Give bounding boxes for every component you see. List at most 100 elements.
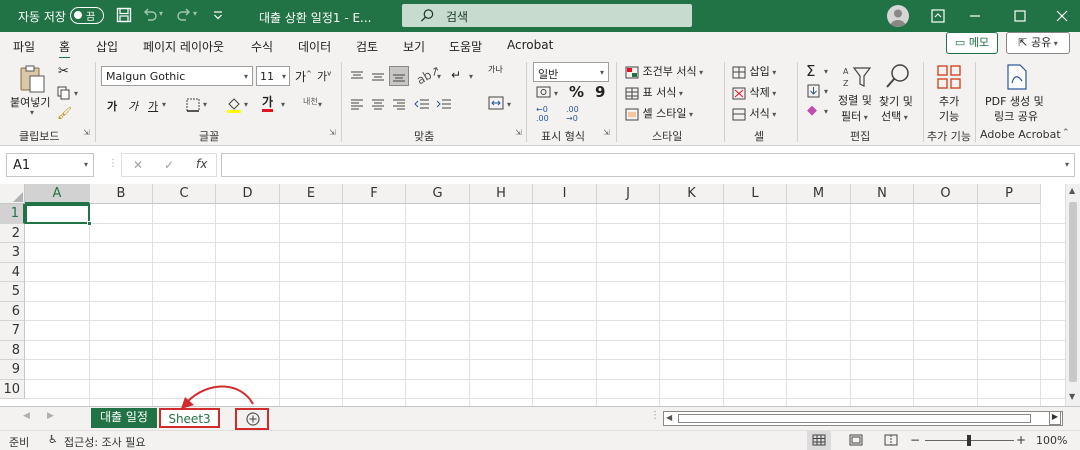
accounting-dropdown-icon[interactable]: ▾ xyxy=(554,89,558,98)
confirm-icon[interactable]: ✓ xyxy=(164,158,174,172)
collapse-ribbon-icon[interactable]: ⌃ xyxy=(1062,128,1070,138)
copy-icon[interactable] xyxy=(57,86,71,100)
comments-button[interactable]: ▭ 메모 xyxy=(946,32,998,54)
expand-formula-icon[interactable]: ▾ xyxy=(1065,160,1069,169)
merge-center-icon[interactable] xyxy=(488,96,504,110)
tab-split-grip-icon[interactable]: ⋮ xyxy=(650,410,660,421)
grow-font-button[interactable]: 가^ xyxy=(295,68,312,85)
orientation-dropdown-icon[interactable]: ▾ xyxy=(437,72,441,81)
format-painter-icon[interactable]: 🖌 xyxy=(57,106,72,120)
vertical-scrollbar[interactable]: ▲ ▼ xyxy=(1065,184,1080,406)
italic-button[interactable]: 가 xyxy=(128,98,138,114)
font-color-button[interactable]: 가 xyxy=(262,96,274,112)
insert-function-icon[interactable]: fx xyxy=(196,157,207,171)
align-right-icon[interactable] xyxy=(392,98,406,110)
text-direction-icon[interactable]: ↵ xyxy=(451,68,461,82)
addins-label-1[interactable]: 추가 xyxy=(939,93,959,109)
minimize-icon[interactable] xyxy=(967,8,983,24)
clear-dropdown-icon[interactable]: ▾ xyxy=(824,107,828,116)
accessibility-status[interactable]: 접근성: 조사 필요 xyxy=(64,434,146,450)
conditional-formatting-button[interactable]: 조건부 서식 ▾ xyxy=(625,63,703,79)
shrink-font-button[interactable]: 가v xyxy=(317,68,331,84)
cut-icon[interactable]: ✂ xyxy=(58,64,69,79)
column-header-g[interactable]: G xyxy=(406,184,470,204)
fill-dropdown-icon[interactable]: ▾ xyxy=(824,87,828,96)
scroll-left-icon[interactable]: ◀ xyxy=(666,413,672,422)
tab-page-layout[interactable]: 페이지 레이아웃 xyxy=(143,38,224,55)
font-size-box[interactable]: 11 ▾ xyxy=(256,66,290,86)
underline-button[interactable]: 가 xyxy=(148,98,158,114)
row-header-9[interactable]: 9 xyxy=(0,360,25,380)
column-header-h[interactable]: H xyxy=(470,184,533,204)
number-format-box[interactable]: 일반 ▾ xyxy=(533,62,609,82)
undo-icon[interactable] xyxy=(142,7,158,23)
name-box[interactable]: A1 ▾ xyxy=(6,153,94,177)
paste-dropdown-icon[interactable]: ▾ xyxy=(30,108,34,117)
redo-dropdown-icon[interactable]: ▾ xyxy=(193,9,209,25)
align-top-icon[interactable] xyxy=(350,70,364,82)
zoom-slider-thumb[interactable] xyxy=(967,435,971,446)
tab-view[interactable]: 보기 xyxy=(403,38,425,55)
pdf-icon[interactable] xyxy=(1004,63,1030,91)
column-header-m[interactable]: M xyxy=(787,184,851,204)
autosum-icon[interactable]: Σ xyxy=(806,62,815,80)
column-header-i[interactable]: I xyxy=(533,184,597,204)
dialog-launcher-icon[interactable]: ⇲ xyxy=(329,128,336,137)
customize-toolbar-icon[interactable] xyxy=(210,7,226,23)
cell-styles-button[interactable]: 셀 스타일 ▾ xyxy=(625,105,693,121)
dialog-launcher-icon[interactable]: ⇲ xyxy=(83,128,90,137)
column-header-c[interactable]: C xyxy=(153,184,216,204)
zoom-out-button[interactable]: − xyxy=(910,433,920,447)
column-header-k[interactable]: K xyxy=(660,184,724,204)
next-sheet-icon[interactable]: ▶ xyxy=(47,411,54,421)
formula-bar-grip-icon[interactable]: ⋮ xyxy=(108,158,118,169)
sort-filter-label-2[interactable]: 필터 ▾ xyxy=(841,108,868,124)
create-pdf-label-1[interactable]: PDF 생성 및 xyxy=(985,93,1044,109)
tab-home[interactable]: 홈 xyxy=(59,38,71,60)
tab-file[interactable]: 파일 xyxy=(13,38,35,55)
column-header-d[interactable]: D xyxy=(216,184,280,204)
align-middle-icon[interactable] xyxy=(371,70,385,82)
new-sheet-button[interactable] xyxy=(235,408,269,430)
redo-icon[interactable] xyxy=(176,7,192,23)
font-color-dropdown-icon[interactable]: ▾ xyxy=(281,100,285,109)
previous-sheet-icon[interactable]: ◀ xyxy=(23,411,30,421)
accounting-format-icon[interactable] xyxy=(536,86,551,98)
tab-formulas[interactable]: 수식 xyxy=(251,38,273,55)
borders-dropdown-icon[interactable]: ▾ xyxy=(203,100,207,109)
fill-color-dropdown-icon[interactable]: ▾ xyxy=(244,100,248,109)
column-header-p[interactable]: P xyxy=(978,184,1041,204)
row-header-3[interactable]: 3 xyxy=(0,243,25,263)
row-header-5[interactable]: 5 xyxy=(0,282,25,302)
insert-cells-button[interactable]: 삽입 ▾ xyxy=(732,63,776,79)
text-direction-dropdown-icon[interactable]: ▾ xyxy=(469,72,473,81)
formula-input[interactable]: ▾ xyxy=(221,153,1075,177)
column-header-b[interactable]: B xyxy=(90,184,153,204)
find-select-label-1[interactable]: 찾기 및 xyxy=(879,93,913,109)
format-cells-button[interactable]: 서식 ▾ xyxy=(732,105,776,121)
align-center-icon[interactable] xyxy=(371,98,385,110)
addins-label-2[interactable]: 기능 xyxy=(939,108,959,124)
column-header-n[interactable]: N xyxy=(851,184,914,204)
find-select-icon[interactable] xyxy=(884,62,912,90)
align-bottom-button[interactable] xyxy=(389,66,409,86)
row-header-2[interactable]: 2 xyxy=(0,223,25,243)
align-left-icon[interactable] xyxy=(350,98,364,110)
column-header-j[interactable]: J xyxy=(597,184,660,204)
close-icon[interactable] xyxy=(1054,8,1070,24)
zoom-in-button[interactable]: + xyxy=(1016,433,1026,447)
save-icon[interactable] xyxy=(116,7,132,23)
scroll-right-icon[interactable]: ▶ xyxy=(1049,411,1061,425)
underline-dropdown-icon[interactable]: ▾ xyxy=(162,100,166,109)
undo-dropdown-icon[interactable]: ▾ xyxy=(159,9,175,25)
phonetic-dropdown-icon[interactable]: ▾ xyxy=(318,100,322,109)
fill-handle[interactable] xyxy=(87,221,92,226)
vertical-scroll-thumb[interactable] xyxy=(1069,202,1077,382)
column-header-l[interactable]: L xyxy=(724,184,787,204)
column-header-e[interactable]: E xyxy=(280,184,343,204)
horizontal-scrollbar[interactable]: ◀ xyxy=(663,411,1063,426)
row-header-8[interactable]: 8 xyxy=(0,340,25,360)
share-button[interactable]: ⇱ 공유 ▾ xyxy=(1006,32,1070,54)
row-header-7[interactable]: 7 xyxy=(0,321,25,341)
sort-filter-label-1[interactable]: 정렬 및 xyxy=(838,93,872,108)
